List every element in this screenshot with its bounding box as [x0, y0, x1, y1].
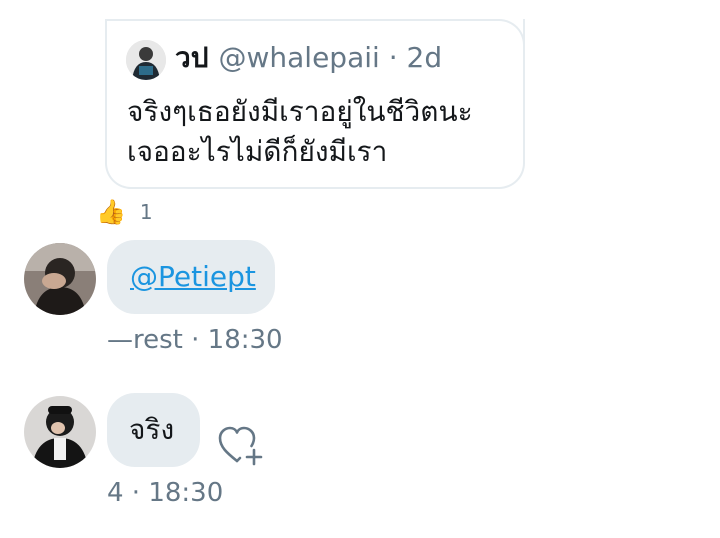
quoted-tweet-text-line-1: จริงๆเธอยังมีเราอยู่ในชีวิตนะ — [127, 95, 473, 128]
quoted-tweet-text: จริงๆเธอยังมีเราอยู่ในชีวิตนะ เจออะไรไม่… — [127, 92, 517, 172]
message-bubble[interactable]: จริง — [107, 393, 200, 467]
quoted-tweet-name[interactable]: วป — [175, 41, 209, 74]
sender-avatar[interactable] — [24, 396, 96, 468]
message-bubble[interactable]: @Petiept — [107, 240, 275, 314]
quoted-tweet-text-line-2: เจออะไรไม่ดีก็ยังมีเรา — [127, 135, 388, 168]
dm-conversation: วป @whalepaii · 2d จริงๆเธอยังมีเราอยู่ใน… — [0, 0, 720, 538]
quoted-tweet-avatar[interactable] — [126, 40, 166, 80]
message-meta: 4 · 18:30 — [107, 478, 224, 508]
reaction-count: 1 — [139, 200, 153, 224]
message-text: จริง — [129, 413, 175, 446]
quoted-tweet-time: 2d — [406, 41, 443, 74]
quoted-tweet-header: วป @whalepaii · 2d — [175, 40, 442, 76]
mention-link[interactable]: @Petiept — [130, 260, 256, 293]
reaction-summary[interactable]: 👍 1 — [96, 198, 153, 226]
quoted-tweet-handle[interactable]: @whalepaii — [219, 41, 380, 74]
heart-plus-icon[interactable] — [217, 423, 265, 467]
message-meta: —rest · 18:30 — [107, 325, 283, 355]
thumbs-up-icon: 👍 — [96, 198, 126, 226]
quoted-tweet-separator: · — [388, 41, 398, 74]
sender-avatar[interactable] — [24, 243, 96, 315]
